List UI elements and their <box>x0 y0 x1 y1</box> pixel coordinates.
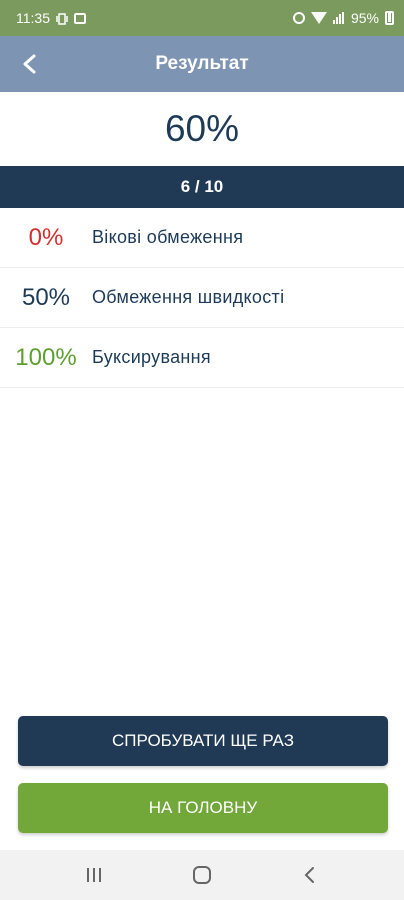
home-nav-button[interactable] <box>182 855 222 895</box>
result-percent: 50% <box>21 283 71 311</box>
retry-button[interactable]: СПРОБУВАТИ ЩЕ РАЗ <box>18 716 388 766</box>
home-icon <box>193 866 211 884</box>
back-nav-button[interactable] <box>290 855 330 895</box>
signal-icon <box>332 12 345 24</box>
status-bar: 11:35 95% <box>0 0 404 36</box>
result-row: 0% Вікові обмеження <box>0 208 404 268</box>
status-right: 95% <box>292 10 394 26</box>
result-topic-label: Буксирування <box>92 347 211 367</box>
status-left: 11:35 <box>16 10 86 26</box>
alarm-icon <box>292 12 305 24</box>
image-icon <box>74 12 86 24</box>
result-topic-label: Обмеження швидкості <box>92 287 285 307</box>
chevron-left-icon <box>23 54 36 74</box>
correct-count: 6 / 10 <box>180 177 224 196</box>
back-icon <box>304 867 314 883</box>
status-time: 11:35 <box>16 10 50 26</box>
back-button[interactable] <box>14 48 46 80</box>
result-percent: 100% <box>15 343 77 371</box>
result-percent: 0% <box>28 223 64 251</box>
result-row: 100% Буксирування <box>0 328 404 388</box>
page-title: Результат <box>155 53 249 74</box>
result-row: 50% Обмеження швидкості <box>0 268 404 328</box>
results-list: 0% Вікові обмеження 50% Обмеження швидкості… <box>0 208 404 388</box>
battery-percent: 95% <box>350 10 379 26</box>
vibrate-icon <box>56 12 68 25</box>
system-nav-bar <box>0 850 404 900</box>
battery-icon <box>385 11 394 25</box>
score-area: 60% <box>0 92 404 166</box>
recent-apps-icon <box>87 868 101 882</box>
score-percent: 60% <box>164 108 240 149</box>
app-bar: Результат <box>0 36 404 92</box>
correct-count-bar: 6 / 10 <box>0 166 404 208</box>
home-button[interactable]: НА ГОЛОВНУ <box>18 783 388 833</box>
result-topic-label: Вікові обмеження <box>92 227 244 247</box>
wifi-icon <box>310 12 327 24</box>
recent-apps-button[interactable] <box>74 855 114 895</box>
